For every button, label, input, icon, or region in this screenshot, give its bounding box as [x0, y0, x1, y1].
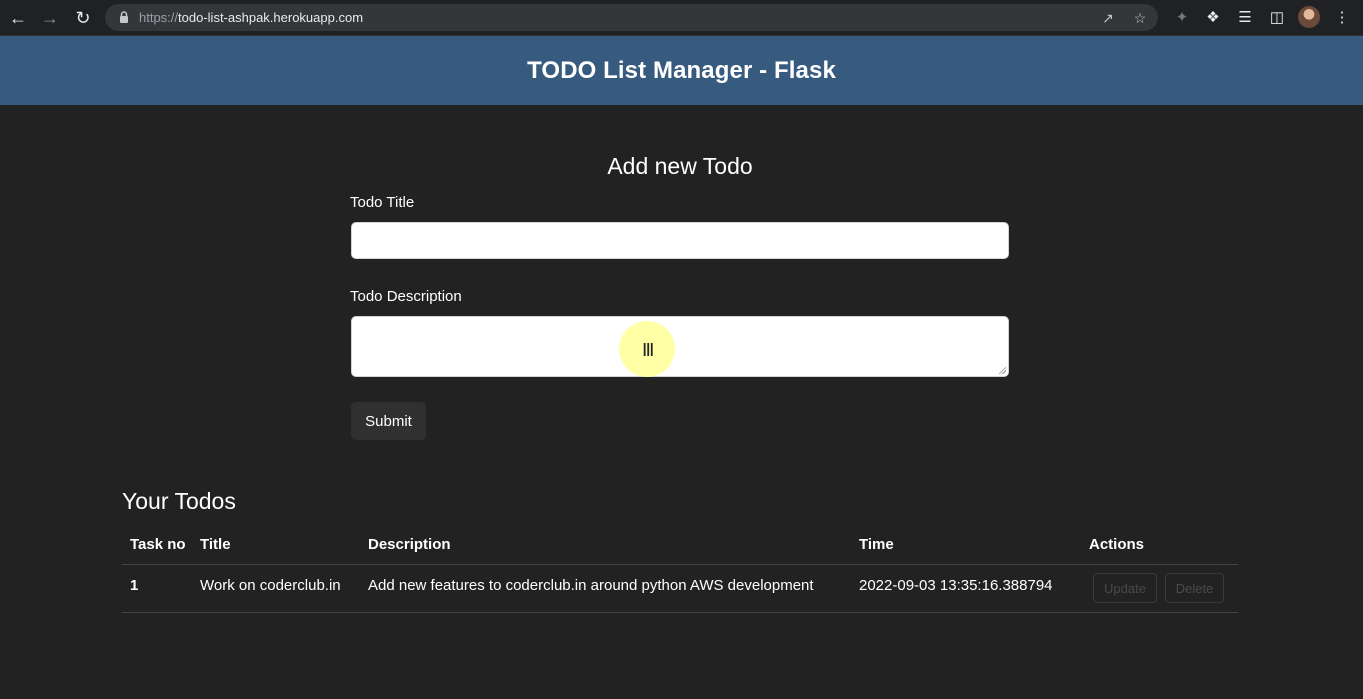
cell-time: 2022-09-03 13:35:16.388794 [859, 577, 1053, 594]
todo-description-textarea[interactable] [351, 316, 1009, 377]
menu-dots-icon[interactable]: ⋮ [1332, 7, 1352, 27]
column-header-description: Description [368, 536, 451, 553]
media-queue-icon[interactable]: ☰ [1235, 7, 1255, 27]
extension-icon[interactable]: ✦ [1172, 7, 1192, 27]
bookmark-star-icon[interactable]: ☆ [1131, 9, 1149, 27]
address-bar[interactable]: https://todo-list-ashpak.herokuapp.com ↗… [105, 4, 1158, 31]
back-icon[interactable]: ← [5, 5, 31, 31]
app-header: TODO List Manager - Flask [0, 36, 1363, 105]
todos-heading: Your Todos [122, 488, 236, 514]
update-button[interactable]: Update [1093, 573, 1157, 603]
todo-title-input[interactable] [351, 222, 1009, 259]
column-header-time: Time [859, 536, 894, 553]
todo-description-label: Todo Description [350, 288, 462, 305]
delete-button[interactable]: Delete [1165, 573, 1224, 603]
table-bottom-divider [122, 612, 1238, 613]
lock-icon[interactable] [117, 10, 131, 24]
profile-avatar[interactable] [1298, 6, 1320, 28]
reload-icon[interactable]: ↻ [70, 5, 96, 31]
text-cursor-icon: Ⅲ [642, 340, 655, 361]
puzzle-icon[interactable]: ❖ [1203, 7, 1223, 27]
submit-button[interactable]: Submit [351, 402, 426, 440]
app-title: TODO List Manager - Flask [527, 56, 836, 84]
url-text: https://todo-list-ashpak.herokuapp.com [139, 10, 364, 25]
column-header-task-no: Task no [130, 536, 186, 553]
resize-grip-icon[interactable] [998, 366, 1006, 374]
cell-title: Work on coderclub.in [200, 577, 341, 594]
side-panel-icon[interactable]: ◫ [1267, 7, 1287, 27]
column-header-title: Title [200, 536, 231, 553]
share-icon[interactable]: ↗ [1099, 9, 1117, 27]
cell-task-no: 1 [130, 577, 139, 594]
column-header-actions: Actions [1089, 536, 1145, 553]
cell-description: Add new features to coderclub.in around … [368, 577, 814, 594]
forward-icon[interactable]: → [37, 5, 63, 31]
todo-title-label: Todo Title [350, 194, 415, 211]
table-header-divider [122, 564, 1238, 565]
browser-toolbar: ← → ↻ https://todo-list-ashpak.herokuapp… [0, 0, 1363, 36]
form-heading: Add new Todo [607, 153, 753, 179]
